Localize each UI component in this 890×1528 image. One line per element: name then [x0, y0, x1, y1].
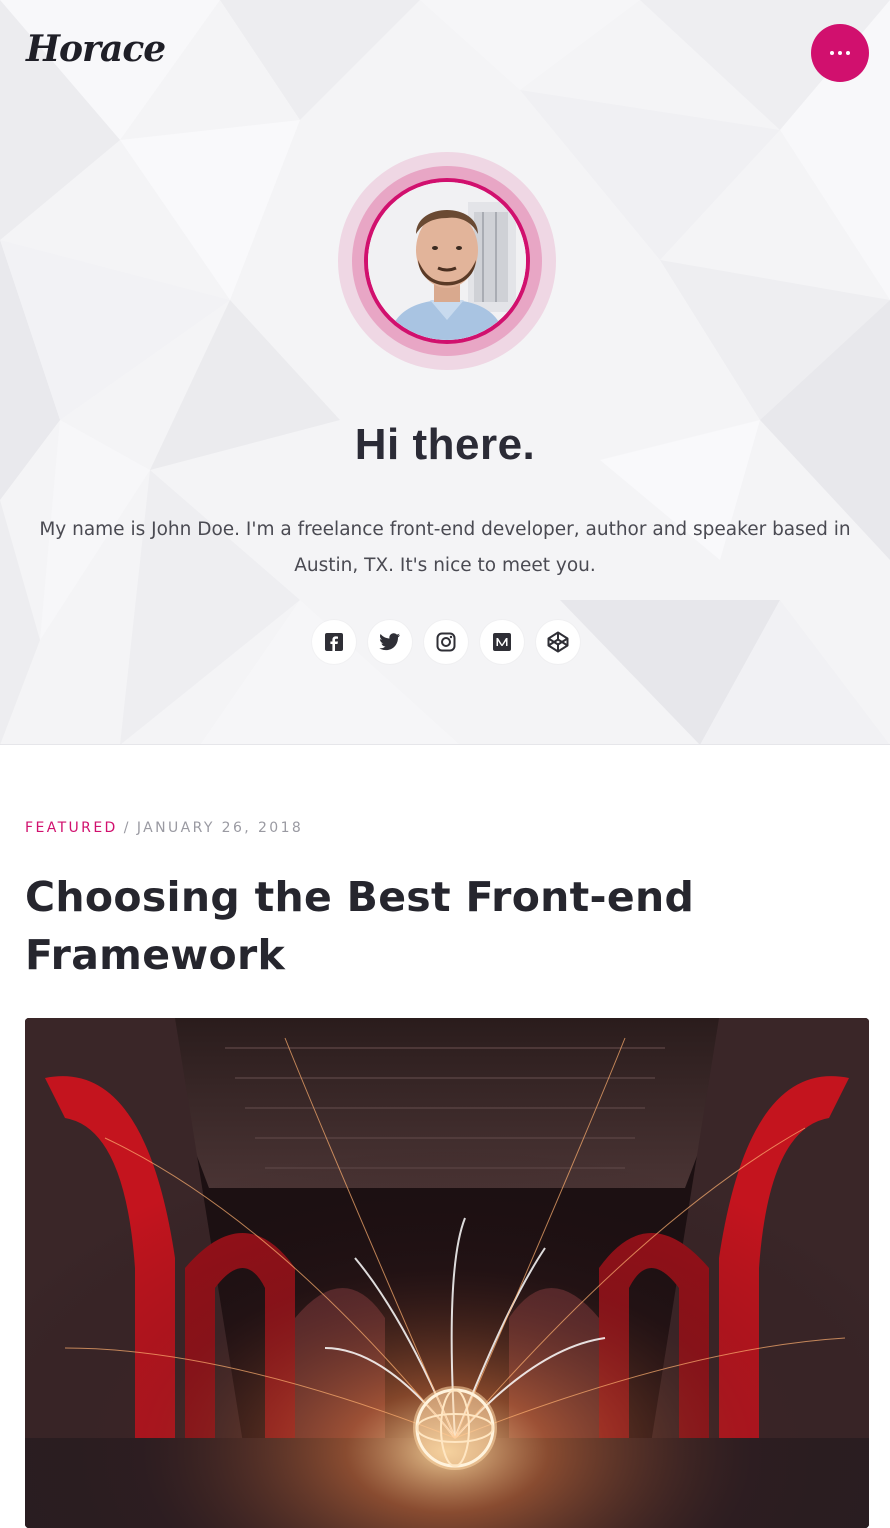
hero-section: Horace Hi there. My name is John Doe. I'…	[0, 0, 890, 745]
post-category-link[interactable]: FEATURED	[25, 820, 118, 836]
twitter-link[interactable]	[368, 620, 412, 664]
featured-image-illustration	[25, 1018, 869, 1528]
avatar-halo	[338, 152, 556, 370]
medium-link[interactable]	[480, 620, 524, 664]
medium-icon	[493, 633, 511, 651]
facebook-link[interactable]	[312, 620, 356, 664]
post-date: JANUARY 26, 2018	[136, 820, 304, 836]
instagram-icon	[436, 632, 456, 652]
codepen-link[interactable]	[536, 620, 580, 664]
facebook-icon	[325, 633, 343, 651]
twitter-icon	[379, 633, 401, 651]
social-links	[312, 620, 582, 664]
post-meta-separator: /	[123, 820, 131, 836]
post-meta: FEATURED / JANUARY 26, 2018	[25, 820, 303, 836]
more-horizontal-icon	[830, 51, 850, 55]
post-featured-image[interactable]	[25, 1018, 869, 1528]
hero-title: Hi there.	[354, 420, 536, 469]
instagram-link[interactable]	[424, 620, 468, 664]
menu-button[interactable]	[811, 24, 869, 82]
site-logo[interactable]: Horace	[26, 28, 166, 70]
avatar-illustration	[368, 182, 526, 340]
hero-bio: My name is John Doe. I'm a freelance fro…	[39, 519, 851, 576]
post-title-link[interactable]: Choosing the Best Front-end Framework	[25, 868, 785, 984]
codepen-icon	[547, 631, 569, 653]
avatar	[364, 178, 530, 344]
